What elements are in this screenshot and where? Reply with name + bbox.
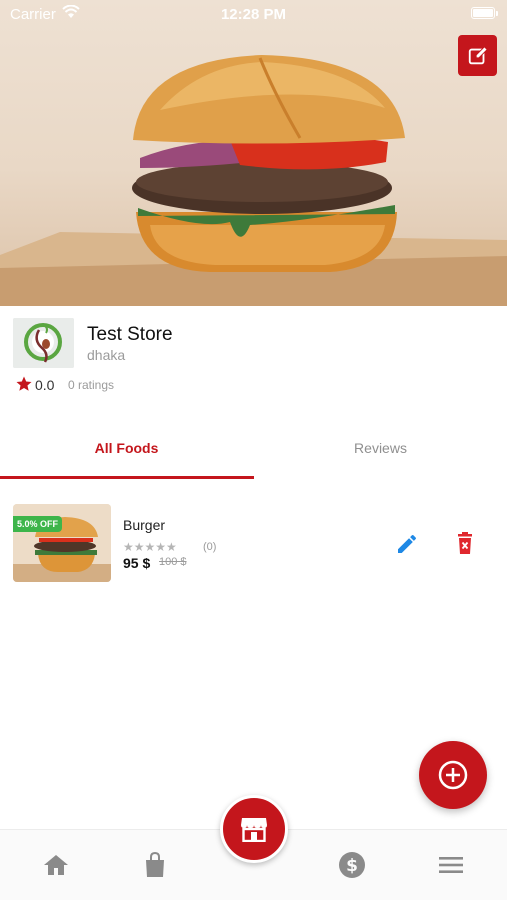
- store-icon: [241, 818, 267, 842]
- nav-store-button[interactable]: [220, 795, 288, 863]
- dollar-icon: $: [339, 852, 365, 878]
- store-logo-image: [13, 318, 74, 368]
- burger-cover-illustration: [0, 55, 507, 306]
- nav-menu[interactable]: [437, 851, 465, 879]
- home-icon: [44, 855, 68, 875]
- nav-home[interactable]: [42, 851, 70, 879]
- food-name: Burger: [123, 517, 166, 533]
- star-icon: [16, 376, 32, 391]
- svg-text:$: $: [346, 856, 358, 876]
- tab-reviews[interactable]: Reviews: [254, 440, 507, 456]
- trash-icon: [458, 532, 472, 554]
- store-location: dhaka: [87, 347, 126, 363]
- store-cover-image: Carrier 12:28 PM: [0, 0, 507, 306]
- discount-badge: 5.0% OFF: [13, 516, 63, 532]
- menu-icon: [439, 857, 463, 873]
- edit-square-icon: [468, 45, 488, 64]
- active-tab-indicator: [0, 476, 254, 479]
- food-review-count: (0): [203, 541, 217, 553]
- food-rating-stars: ★★★★★: [123, 540, 177, 554]
- nav-orders[interactable]: [141, 851, 169, 879]
- food-old-price: 100 $: [159, 556, 187, 568]
- add-food-button[interactable]: [419, 741, 487, 809]
- store-logo: [13, 318, 74, 368]
- edit-food-button[interactable]: [394, 531, 420, 557]
- pencil-icon: [398, 534, 416, 553]
- status-bar: Carrier 12:28 PM: [0, 0, 507, 28]
- clock: 12:28 PM: [220, 6, 287, 23]
- tab-all-foods[interactable]: All Foods: [0, 440, 253, 456]
- store-rating-value: 0.0: [35, 377, 55, 393]
- food-price: 95 $: [123, 555, 151, 571]
- shopping-bag-icon: [146, 852, 164, 877]
- store-rating-count: 0 ratings: [68, 378, 115, 392]
- nav-earnings[interactable]: $: [338, 851, 366, 879]
- delete-food-button[interactable]: [452, 531, 478, 557]
- edit-store-button[interactable]: [458, 35, 497, 76]
- add-circle-icon: [438, 760, 468, 790]
- store-name: Test Store: [87, 324, 173, 345]
- battery-icon: [471, 7, 498, 19]
